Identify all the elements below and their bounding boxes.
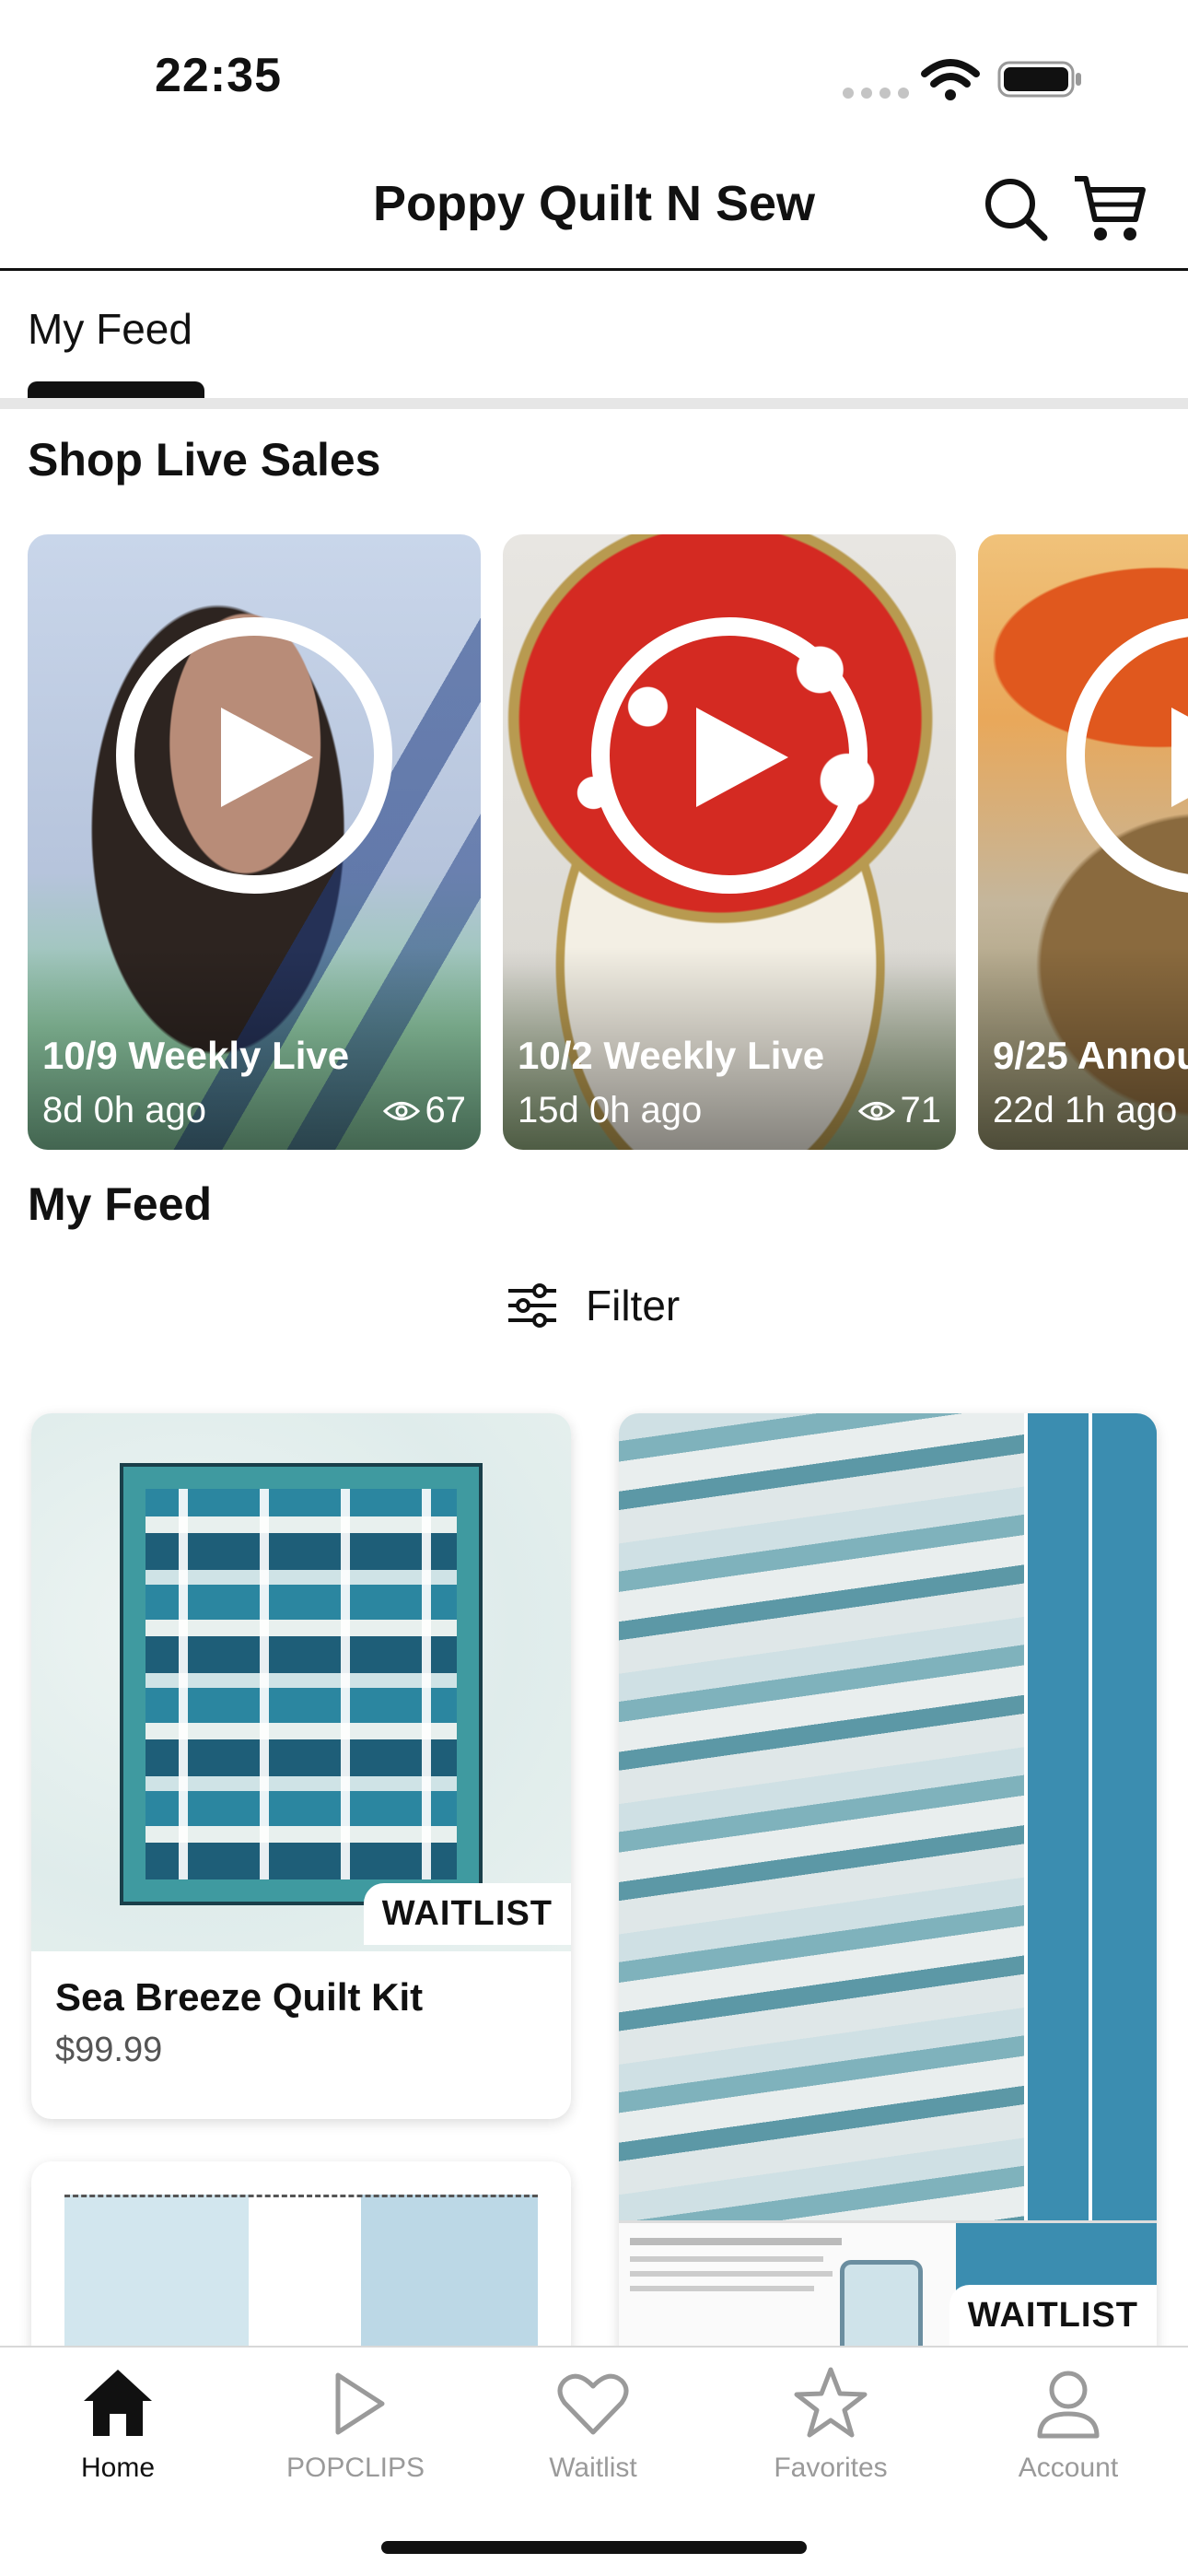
eye-icon — [382, 1101, 420, 1120]
live-card-title: 10/9 Weekly Live — [42, 1034, 350, 1077]
product-price: $99.99 — [55, 2031, 163, 2069]
nav-home[interactable]: Home — [17, 2364, 219, 2484]
waitlist-badge: WAITLIST — [363, 1883, 571, 1945]
product-card[interactable]: WAITLIST — [619, 1413, 1157, 2371]
filter-button[interactable]: Filter — [507, 1281, 680, 1330]
product-name: Sea Breeze Quilt Kit — [55, 1975, 424, 2019]
nav-label: Home — [80, 2453, 156, 2483]
live-card[interactable]: 10/2 Weekly Live 15d 0h ago 71 — [503, 534, 956, 1150]
nav-label: Waitlist — [549, 2453, 637, 2483]
filter-label: Filter — [586, 1282, 681, 1329]
heart-icon — [557, 2373, 629, 2435]
status-bar: 22:35 — [0, 0, 1188, 147]
nav-label: Account — [1018, 2453, 1119, 2483]
signal-icon — [843, 88, 909, 99]
view-count: 67 — [425, 1090, 467, 1130]
tab-my-feed[interactable]: My Feed — [28, 304, 192, 354]
view-count: 71 — [900, 1090, 942, 1130]
live-card-age: 8d 0h ago — [42, 1090, 206, 1130]
home-icon — [84, 2370, 152, 2436]
product-image — [31, 1413, 571, 1951]
app-header: Poppy Quilt N Sew — [0, 147, 1188, 271]
nav-waitlist[interactable]: Waitlist — [492, 2364, 694, 2484]
feed-tab-bar: My Feed — [0, 271, 1188, 409]
feed-section-title: My Feed — [28, 1178, 213, 1230]
search-icon[interactable] — [984, 177, 1048, 241]
nav-popclips[interactable]: POPCLIPS — [254, 2364, 457, 2484]
person-icon — [1037, 2371, 1100, 2439]
cart-icon[interactable] — [1073, 171, 1147, 245]
battery-icon — [997, 61, 1081, 98]
play-icon — [335, 2372, 385, 2435]
live-card[interactable]: 10/9 Weekly Live 8d 0h ago 67 — [28, 534, 481, 1150]
live-section-title: Shop Live Sales — [28, 434, 381, 486]
nav-label: POPCLIPS — [285, 2453, 425, 2483]
live-card-title: 10/2 Weekly Live — [518, 1034, 825, 1077]
live-card-age: 22d 1h ago — [993, 1090, 1178, 1130]
live-card-views: 71 — [857, 1090, 942, 1131]
product-image — [619, 1413, 1157, 2371]
nav-label: Favorites — [774, 2453, 888, 2483]
filter-sliders-icon — [508, 1283, 556, 1328]
product-card[interactable]: WAITLIST Sea Breeze Quilt Kit $99.99 — [31, 1413, 571, 2119]
eye-icon — [857, 1101, 895, 1120]
play-icon — [1171, 708, 1188, 807]
live-card[interactable]: 9/25 Annou 22d 1h ago — [978, 534, 1188, 1150]
star-icon — [794, 2367, 868, 2438]
play-icon — [696, 708, 788, 807]
status-time: 22:35 — [155, 49, 282, 102]
quilt-pattern — [120, 1463, 483, 1905]
home-indicator[interactable] — [381, 2541, 807, 2554]
tab-active-indicator — [28, 381, 204, 398]
play-icon — [221, 708, 313, 807]
nav-account[interactable]: Account — [967, 2364, 1170, 2484]
live-card-age: 15d 0h ago — [518, 1090, 703, 1130]
waitlist-badge: WAITLIST — [949, 2285, 1157, 2347]
live-card-views: 67 — [382, 1090, 467, 1131]
nav-favorites[interactable]: Favorites — [729, 2364, 932, 2484]
live-sales-carousel[interactable]: 10/9 Weekly Live 8d 0h ago 67 10/2 Weekl… — [28, 534, 1188, 1150]
live-card-title: 9/25 Annou — [993, 1034, 1188, 1077]
wifi-icon — [921, 59, 980, 100]
